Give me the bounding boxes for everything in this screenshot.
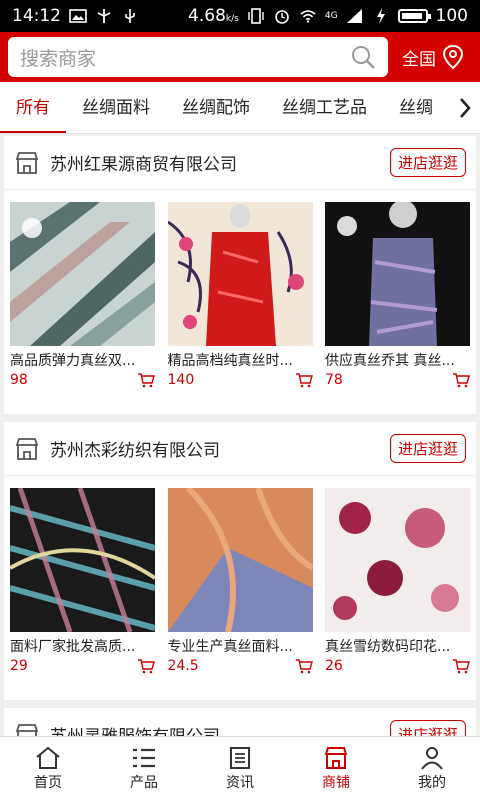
list-icon (133, 748, 155, 767)
chevron-right-icon (460, 98, 471, 118)
search-input[interactable]: 搜索商家 (8, 37, 388, 77)
product-image (325, 488, 470, 632)
product-price: 24.5 (167, 658, 199, 674)
cart-icon[interactable] (452, 658, 470, 674)
battery-level: 100 (435, 6, 468, 26)
alarm-icon (275, 10, 289, 24)
product-title: 面料厂家批发高质... (10, 639, 136, 655)
nav-label: 我的 (418, 774, 446, 791)
shop-card: 苏州杰彩纺织有限公司 进店逛逛 面料厂家批发高质... 29 专业生产真丝面料.… (4, 422, 476, 700)
product-price: 26 (325, 658, 343, 674)
location-pin-icon (442, 44, 464, 70)
cart-icon[interactable] (137, 658, 155, 674)
tab-silk-crafts[interactable]: 丝绸工艺品 (266, 82, 383, 133)
tab-silk-more[interactable]: 丝绸 (383, 82, 449, 133)
product-image (325, 202, 470, 346)
shop-icon (15, 151, 39, 174)
nav-label: 商铺 (322, 774, 350, 791)
product-image (10, 202, 155, 346)
product-price: 140 (167, 372, 195, 388)
shop-name: 苏州红果源商贸有限公司 (50, 155, 237, 175)
home-icon (36, 746, 60, 769)
product-card[interactable]: 精品高档纯真丝时... 140 (167, 202, 313, 388)
status-bar: 14:12 4.68k/s 4G 100 (0, 0, 480, 32)
product-price: 78 (325, 372, 343, 388)
shop-header[interactable]: 苏州红果源商贸有限公司 进店逛逛 (4, 136, 476, 190)
shop-header[interactable]: 苏州杰彩纺织有限公司 进店逛逛 (4, 422, 476, 476)
tab-all[interactable]: 所有 (0, 82, 66, 133)
shop-icon (15, 437, 39, 460)
product-title: 高品质弹力真丝双... (10, 353, 136, 369)
gallery-icon (69, 9, 87, 23)
category-tabs: 所有 丝绸面料 丝绸配饰 丝绸工艺品 丝绸 (0, 82, 480, 134)
tabs-scroll-button[interactable] (450, 82, 480, 133)
vibrate-icon (248, 8, 264, 24)
cart-icon[interactable] (295, 372, 313, 388)
search-placeholder: 搜索商家 (20, 47, 97, 70)
wifi-icon (300, 10, 316, 23)
visit-shop-button[interactable]: 进店逛逛 (389, 148, 466, 177)
nav-home[interactable]: 首页 (0, 737, 96, 800)
product-title: 精品高档纯真丝时... (167, 353, 293, 369)
nav-label: 产品 (130, 774, 158, 791)
nav-label: 资讯 (226, 774, 254, 791)
product-card[interactable]: 专业生产真丝面料... 24.5 (167, 488, 313, 674)
product-title: 专业生产真丝面料... (167, 639, 293, 655)
nav-shops[interactable]: 商铺 (288, 737, 384, 800)
news-icon (230, 746, 250, 769)
region-label: 全国 (402, 49, 436, 70)
search-icon[interactable] (350, 44, 376, 70)
product-image (10, 488, 155, 632)
product-title: 供应真丝乔其 真丝... (325, 353, 455, 369)
user-icon (421, 746, 443, 770)
product-price: 98 (10, 372, 28, 388)
bottom-nav: 首页 产品 资讯 商铺 我的 (0, 736, 480, 800)
net-speed: 4.68k/s (188, 6, 239, 26)
product-image (167, 202, 313, 346)
shop-icon (324, 746, 348, 769)
search-header: 搜索商家 全国 (0, 32, 480, 82)
region-button[interactable]: 全国 (402, 44, 464, 70)
product-price: 29 (10, 658, 28, 674)
product-card[interactable]: 面料厂家批发高质... 29 (10, 488, 155, 674)
shop-card: 苏州红果源商贸有限公司 进店逛逛 高品质弹力真丝双... 98 精品高档纯真丝时… (4, 136, 476, 414)
clock: 14:12 (12, 6, 61, 26)
nav-news[interactable]: 资讯 (192, 737, 288, 800)
charging-icon (376, 8, 385, 24)
nav-label: 首页 (34, 774, 62, 791)
product-card[interactable]: 高品质弹力真丝双... 98 (10, 202, 155, 388)
cart-icon[interactable] (452, 372, 470, 388)
product-title: 真丝雪纺数码印花... (325, 639, 451, 655)
tab-silk-accessories[interactable]: 丝绸配饰 (166, 82, 266, 133)
signal-icon (346, 9, 362, 23)
product-image (167, 488, 313, 632)
product-card[interactable]: 供应真丝乔其 真丝... 78 (325, 202, 470, 388)
shop-name: 苏州杰彩纺织有限公司 (50, 441, 220, 461)
usb-share-icon (97, 9, 111, 23)
product-card[interactable]: 真丝雪纺数码印花... 26 (325, 488, 470, 674)
cart-icon[interactable] (137, 372, 155, 388)
network-type: 4G (324, 11, 338, 21)
visit-shop-button[interactable]: 进店逛逛 (389, 434, 466, 463)
battery-icon (397, 9, 431, 23)
cart-icon[interactable] (295, 658, 313, 674)
nav-mine[interactable]: 我的 (384, 737, 480, 800)
tab-silk-fabric[interactable]: 丝绸面料 (66, 82, 166, 133)
usb-icon (125, 9, 135, 23)
nav-products[interactable]: 产品 (96, 737, 192, 800)
